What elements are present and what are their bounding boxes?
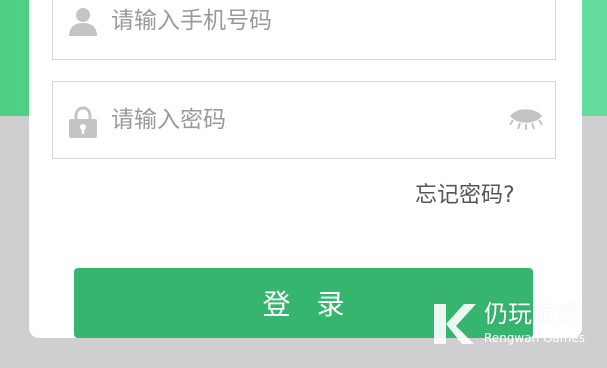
forgot-password-link[interactable]: 忘记密码?	[415, 180, 515, 212]
user-icon	[69, 8, 97, 36]
watermark-name: 仍玩游戏	[484, 300, 580, 328]
login-button-label: 登录	[262, 288, 371, 321]
phone-field[interactable]: 请输入手机号码	[52, 0, 556, 60]
password-placeholder: 请输入密码	[111, 107, 226, 133]
password-field[interactable]: 请输入密码	[52, 81, 556, 159]
watermark: 仍玩游戏 Rengwan Games	[430, 298, 600, 358]
phone-placeholder: 请输入手机号码	[111, 8, 272, 34]
lock-icon	[69, 106, 97, 138]
rengwan-logo-icon	[434, 304, 476, 344]
watermark-subtitle: Rengwan Games	[484, 331, 585, 345]
eye-closed-icon[interactable]	[509, 108, 543, 132]
